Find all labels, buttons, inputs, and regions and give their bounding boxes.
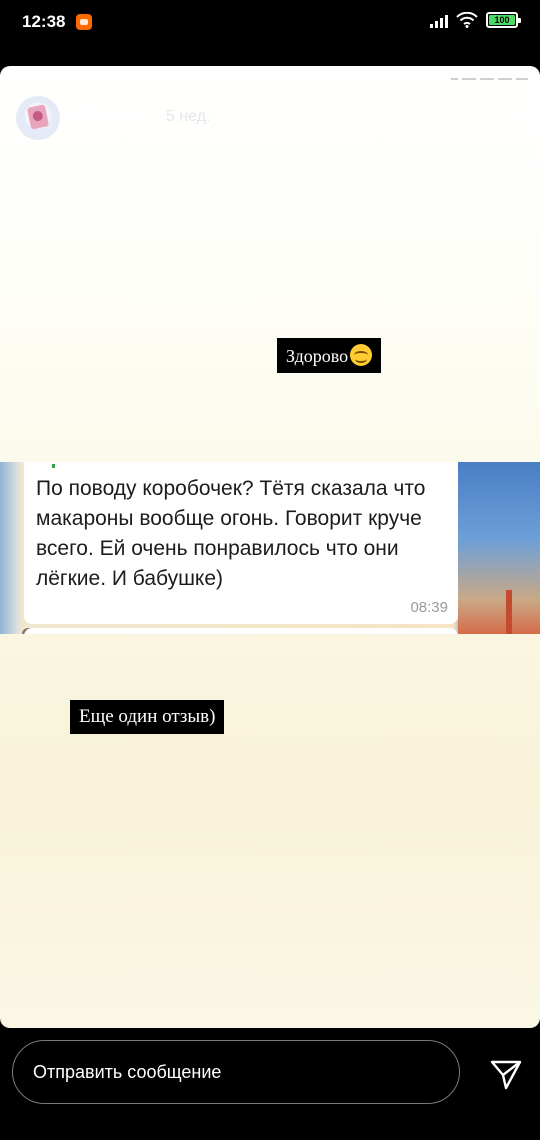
gift-box-icon bbox=[26, 104, 50, 130]
status-bar: 12:38 100 bbox=[0, 0, 540, 48]
caption-text: Здорово bbox=[277, 338, 382, 373]
avatar[interactable] bbox=[16, 96, 60, 140]
story-header: Отзывы 5 нед. bbox=[16, 94, 524, 140]
bridge-tower bbox=[506, 590, 512, 634]
caption-second: Еще один отзыв) bbox=[70, 700, 225, 734]
story-progress-fill bbox=[12, 78, 451, 80]
chat-message-bubble: По поводу коробочек? Тётя сказала что ма… bbox=[24, 462, 458, 624]
notification-app-icon bbox=[76, 14, 92, 30]
story-progress-bar bbox=[12, 78, 528, 80]
message-input[interactable]: Отправить сообщение bbox=[12, 1040, 460, 1104]
bubble-indicator bbox=[52, 464, 55, 468]
wifi-icon bbox=[456, 12, 478, 28]
battery-icon: 100 bbox=[486, 12, 521, 28]
chat-screenshot: По поводу коробочек? Тётя сказала что ма… bbox=[0, 462, 540, 634]
status-time: 12:38 bbox=[22, 12, 66, 31]
more-options-icon[interactable] bbox=[504, 102, 524, 130]
battery-level: 100 bbox=[489, 15, 515, 25]
caption-first-text: Здорово bbox=[286, 346, 349, 366]
chat-message-text: По поводу коробочек? Тётя сказала что ма… bbox=[36, 477, 426, 590]
story-viewer-screen: 12:38 100 Отзывы 5 нед. Здорово По повод… bbox=[0, 0, 540, 1140]
next-message-bubble bbox=[24, 628, 458, 634]
status-right-icons: 100 bbox=[430, 12, 521, 28]
reply-bar: Отправить сообщение bbox=[0, 1028, 540, 1140]
screenshot-background bbox=[458, 462, 540, 634]
story-timestamp: 5 нед. bbox=[166, 108, 211, 125]
smiling-face-emoji-icon bbox=[350, 344, 373, 366]
story-username[interactable]: Отзывы bbox=[76, 108, 141, 126]
signal-icon bbox=[430, 12, 448, 28]
story-card[interactable]: Отзывы 5 нед. Здорово По поводу коробоче… bbox=[0, 66, 540, 1028]
message-input-placeholder: Отправить сообщение bbox=[33, 1062, 222, 1082]
chat-message-time: 08:39 bbox=[410, 599, 448, 616]
send-icon[interactable] bbox=[488, 1056, 524, 1092]
